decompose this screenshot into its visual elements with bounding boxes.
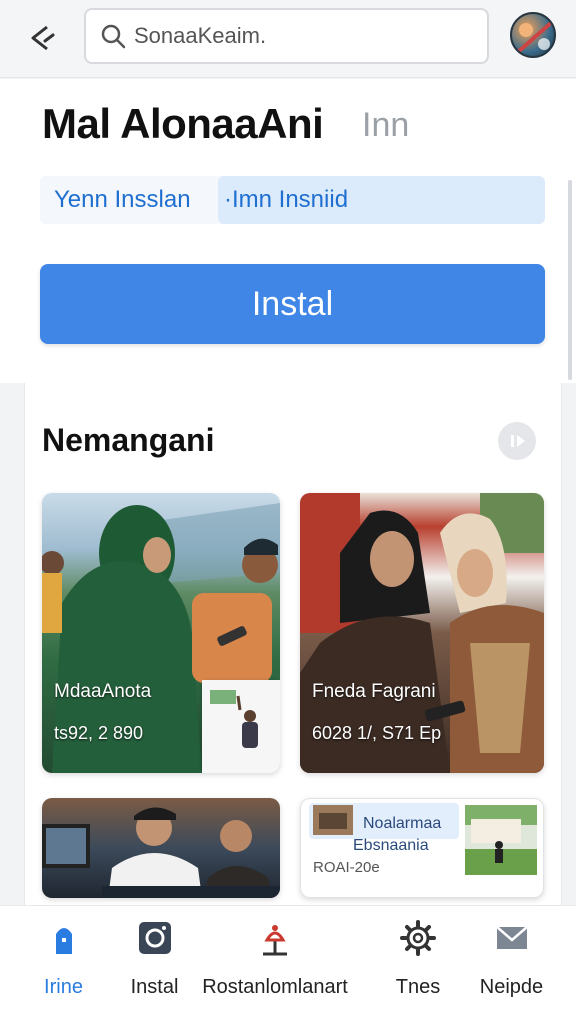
card-2-title: Fneda Fagrani bbox=[312, 681, 436, 702]
nav-item-instal[interactable]: Instal bbox=[97, 906, 212, 1024]
search-bar[interactable] bbox=[84, 8, 489, 64]
media-card-2[interactable]: Fneda Fagrani 6028 1/, S71 Ep bbox=[300, 493, 544, 773]
profile-image bbox=[516, 20, 554, 54]
section-title: Nemangani bbox=[42, 422, 215, 458]
card-1-title: MdaaAnota bbox=[54, 681, 152, 702]
nav-label-mail: Neipde bbox=[479, 976, 544, 998]
camera-icon bbox=[138, 922, 171, 954]
lamp-icon bbox=[263, 925, 287, 956]
notification-title: Noalarmaa bbox=[363, 815, 442, 832]
play-icon bbox=[511, 435, 525, 447]
media-card-1[interactable]: MdaaAnota ts92, 2 890 bbox=[42, 493, 280, 773]
bottom-navigation: Irine Instal Rostanlomlanart Tnes Neipde bbox=[0, 905, 576, 1024]
notification-meta: ROAI-20e bbox=[313, 859, 380, 876]
back-icon bbox=[31, 25, 55, 51]
section-more-button[interactable] bbox=[498, 422, 536, 460]
segment-left[interactable]: Yenn Insslan bbox=[54, 186, 191, 214]
top-bar bbox=[0, 0, 576, 78]
avatar[interactable] bbox=[510, 12, 556, 58]
mail-icon bbox=[495, 926, 528, 949]
search-input[interactable] bbox=[134, 23, 464, 49]
page-title: Mal AlonaaAni bbox=[42, 100, 324, 147]
page-title-suffix: Inn bbox=[362, 106, 410, 144]
card-2-meta: 6028 1/, S71 Ep bbox=[312, 723, 442, 743]
nav-label-restaurant: Rostanlomlanart bbox=[202, 976, 348, 998]
segment-right[interactable]: ·Imn Insniid bbox=[218, 176, 545, 224]
nav-item-mail[interactable]: Neipde bbox=[454, 906, 569, 1024]
notification-image bbox=[465, 805, 537, 875]
gear-icon bbox=[400, 920, 436, 956]
media-card-3[interactable] bbox=[42, 798, 280, 898]
install-button[interactable]: Instal bbox=[40, 264, 545, 344]
home-icon bbox=[55, 928, 72, 954]
back-button[interactable] bbox=[22, 18, 62, 58]
nav-item-restaurant[interactable]: Rostanlomlanart bbox=[200, 906, 350, 1024]
card-1-thumbnail bbox=[202, 680, 280, 773]
card-1-meta: ts92, 2 890 bbox=[54, 723, 144, 743]
thumbnail-person-icon bbox=[202, 680, 280, 773]
scrollbar[interactable] bbox=[568, 180, 572, 380]
notification-subtitle: Ebsnaania bbox=[353, 837, 429, 854]
card-3-image bbox=[42, 807, 280, 898]
nav-label-instal: Instal bbox=[130, 976, 179, 998]
search-icon bbox=[101, 24, 126, 49]
notification-thumbnail bbox=[313, 805, 353, 835]
segmented-control: Yenn Insslan ·Imn Insniid bbox=[40, 176, 545, 224]
nav-label-home: Irine bbox=[44, 976, 83, 998]
nav-label-settings: Tnes bbox=[395, 976, 441, 998]
notification-card[interactable]: Noalarmaa Ebsnaania ROAI-20e bbox=[300, 798, 544, 898]
